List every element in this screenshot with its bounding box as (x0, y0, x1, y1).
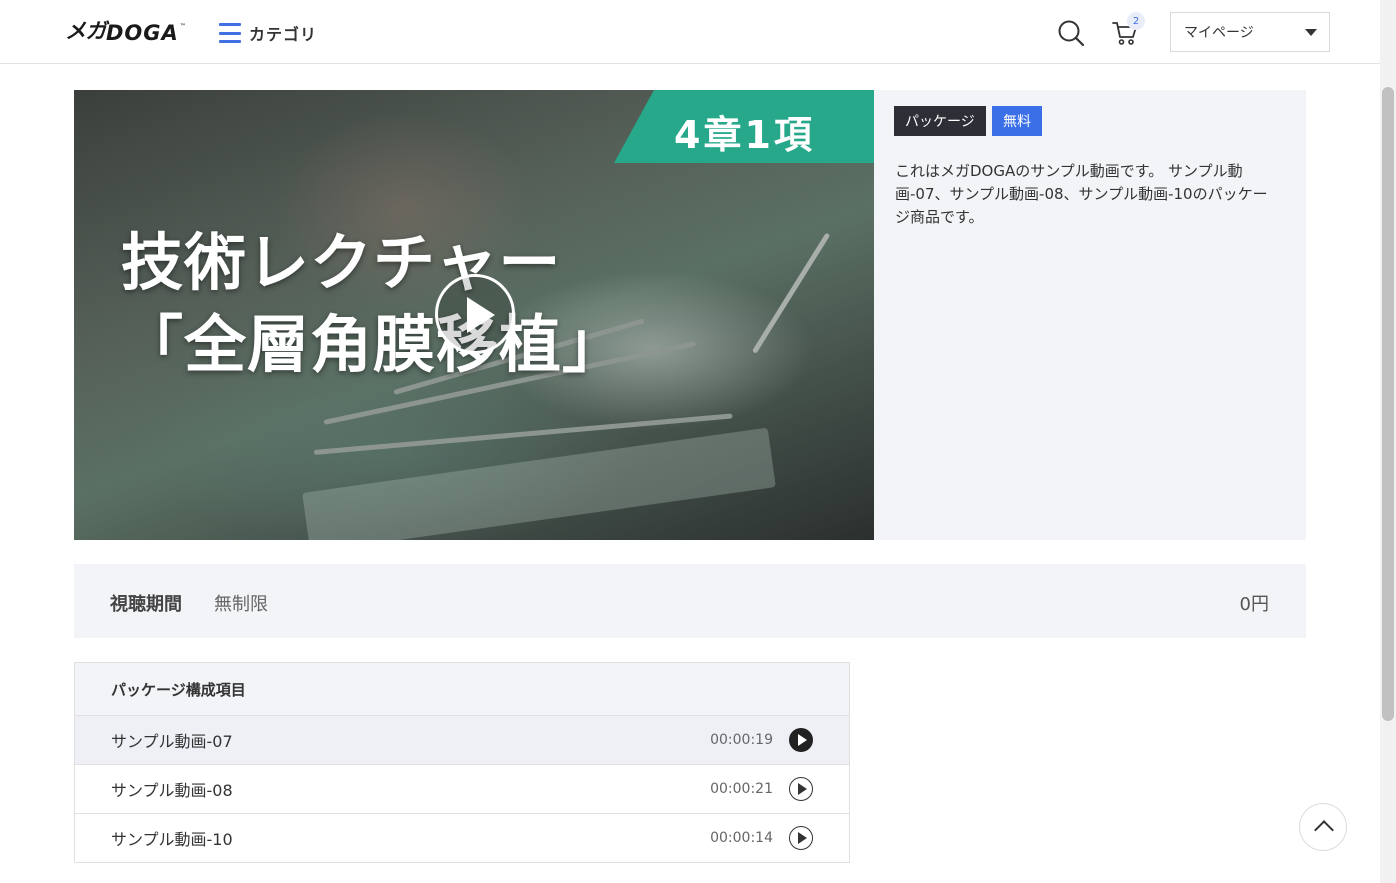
chapter-banner-text: 4章1項 (674, 113, 815, 157)
video-title: サンプル動画-10 (111, 830, 233, 849)
mypage-label: マイページ (1184, 25, 1254, 41)
video-duration: 00:00:14 (710, 830, 773, 846)
package-tag: パッケージ (894, 106, 986, 136)
search-icon[interactable] (1057, 19, 1085, 47)
site-header: メガ DOGA ™ カテゴリ 2 マイページ (0, 0, 1380, 64)
product-info-panel: パッケージ 無料 これはメガDOGAのサンプル動画です。 サンプル動画-07、サ… (874, 90, 1306, 540)
chevron-down-icon (1305, 29, 1317, 36)
logo-trademark: ™ (179, 23, 186, 30)
play-icon[interactable] (789, 826, 813, 850)
cart-button[interactable]: 2 (1111, 12, 1145, 48)
free-tag: 無料 (992, 106, 1042, 136)
play-icon[interactable] (789, 728, 813, 752)
hamburger-icon (219, 23, 241, 43)
hero-title: 技術レクチャー 「全層角膜移植」 (121, 222, 625, 386)
video-title: サンプル動画-08 (111, 781, 233, 800)
category-label: カテゴリ (249, 25, 318, 44)
viewing-period-value: 無制限 (214, 594, 268, 615)
list-item[interactable]: サンプル動画-08 00:00:21 (75, 764, 849, 813)
logo-katakana: メガ (65, 19, 107, 43)
logo-latin: DOGA (106, 21, 179, 45)
play-icon[interactable] (435, 274, 515, 354)
category-menu-button[interactable]: カテゴリ (219, 21, 317, 45)
price-value: 0円 (1239, 594, 1269, 615)
mypage-dropdown[interactable]: マイページ (1170, 12, 1330, 52)
video-title: サンプル動画-07 (111, 732, 233, 751)
pricing-bar: 視聴期間 無制限 0円 (74, 564, 1306, 638)
video-player[interactable]: 4章1項 技術レクチャー 「全層角膜移植」 (74, 90, 874, 540)
site-logo[interactable]: メガ DOGA ™ (65, 19, 186, 45)
product-description: これはメガDOGAのサンプル動画です。 サンプル動画-07、サンプル動画-08、… (895, 162, 1268, 226)
package-contents-heading: パッケージ構成項目 (75, 663, 849, 715)
back-to-top-button[interactable] (1299, 803, 1347, 851)
hero-title-line1: 技術レクチャー (121, 226, 562, 299)
package-contents-list: パッケージ構成項目 サンプル動画-07 00:00:19 サンプル動画-08 0… (74, 662, 850, 863)
play-icon[interactable] (789, 777, 813, 801)
page-scrollbar[interactable] (1380, 0, 1396, 883)
hero-title-line2: 「全層角膜移植」 (121, 308, 626, 381)
cart-count-badge: 2 (1127, 12, 1145, 30)
viewing-period-label: 視聴期間 (110, 594, 182, 615)
video-duration: 00:00:21 (710, 781, 773, 797)
video-duration: 00:00:19 (710, 732, 773, 748)
list-item[interactable]: サンプル動画-10 00:00:14 (75, 813, 849, 862)
list-item[interactable]: サンプル動画-07 00:00:19 (75, 715, 849, 764)
scrollbar-thumb[interactable] (1382, 87, 1394, 721)
